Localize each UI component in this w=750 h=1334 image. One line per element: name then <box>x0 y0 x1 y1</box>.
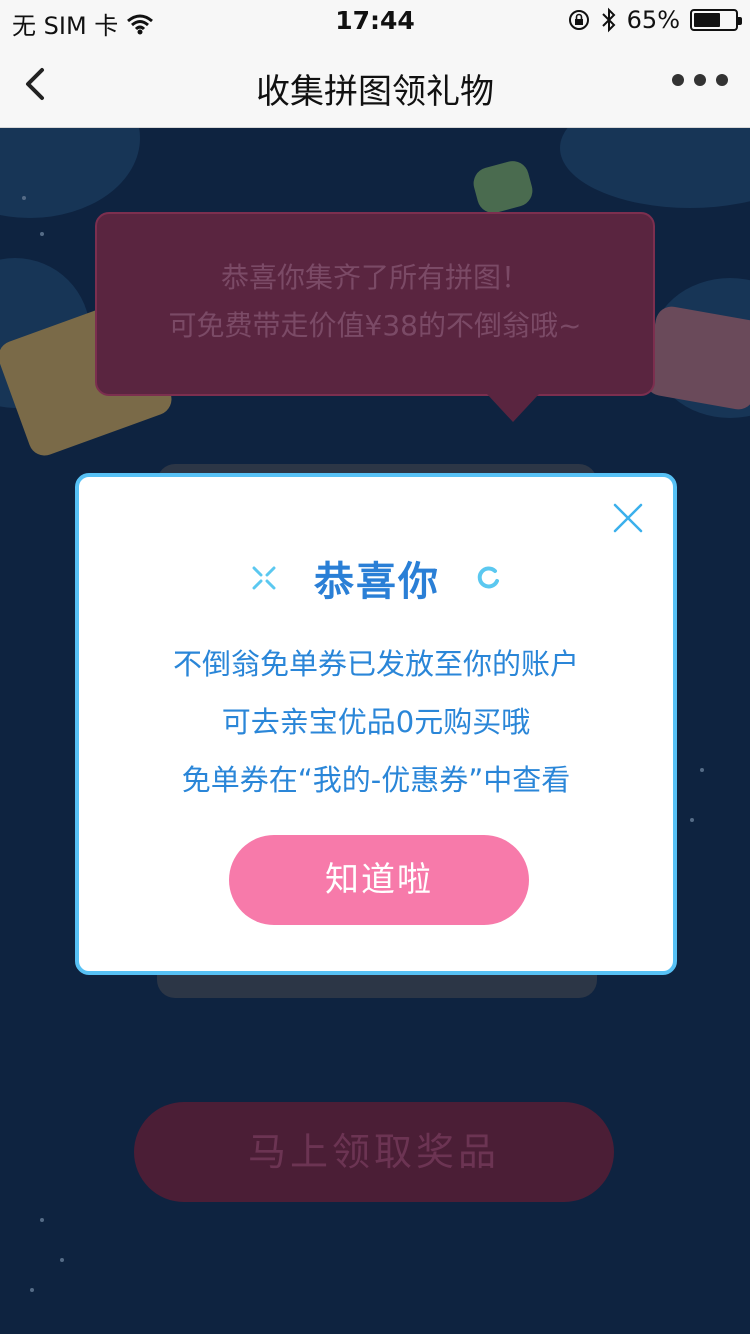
message-line: 不倒翁免单券已发放至你的账户 <box>172 647 579 681</box>
status-right: 65% <box>567 6 742 34</box>
bubble-line: 恭喜你集齐了所有拼图！ <box>220 261 529 294</box>
ok-button[interactable]: 知道啦 <box>229 835 529 925</box>
more-dot <box>694 74 706 86</box>
more-dot <box>672 74 684 86</box>
battery-icon <box>690 9 742 31</box>
ring-icon <box>477 566 499 589</box>
bluetooth-icon <box>601 7 616 33</box>
more-dots-icon[interactable] <box>672 74 728 86</box>
page-title: 收集拼图领礼物 <box>256 72 494 112</box>
bubble-line: 可免费带走价值¥38的不倒翁哦~ <box>168 309 582 342</box>
puzzle-piece-icon <box>470 157 536 217</box>
modal-message: 不倒翁免单券已发放至你的账户 可去亲宝优品0元购买哦 免单券在“我的-优惠券”中… <box>79 635 673 809</box>
modal-header: 恭喜你 <box>79 549 673 607</box>
cloud-decoration <box>560 128 750 208</box>
rotation-lock-icon <box>568 10 589 30</box>
star-dot <box>30 1288 34 1292</box>
battery-fill <box>694 13 720 27</box>
message-line: 可去亲宝优品0元购买哦 <box>221 705 531 739</box>
status-bar: 无 SIM 卡 17:44 65% <box>0 0 750 40</box>
claim-prize-button[interactable]: 马上领取奖品 <box>134 1102 614 1202</box>
congrats-modal: 恭喜你 不倒翁免单券已发放至你的账户 可去亲宝优品0元购买哦 免单券在“我的-优… <box>75 473 677 975</box>
star-dot <box>60 1258 64 1262</box>
congrats-speech-bubble: 恭喜你集齐了所有拼图！ 可免费带走价值¥38的不倒翁哦~ <box>95 212 655 422</box>
nav-bar: 收集拼图领礼物 <box>0 40 750 128</box>
battery-percent: 65% <box>626 6 680 34</box>
star-dot <box>22 196 26 200</box>
puzzle-piece-icon <box>643 304 750 412</box>
modal-title: 恭喜你 <box>314 559 440 605</box>
star-dot <box>40 1218 44 1222</box>
sparkle-icon <box>252 566 276 590</box>
cloud-decoration <box>0 128 140 218</box>
close-icon[interactable] <box>609 499 647 537</box>
star-dot <box>700 768 704 772</box>
message-line: 免单券在“我的-优惠券”中查看 <box>181 763 571 797</box>
more-dot <box>716 74 728 86</box>
star-dot <box>690 818 694 822</box>
star-dot <box>40 232 44 236</box>
